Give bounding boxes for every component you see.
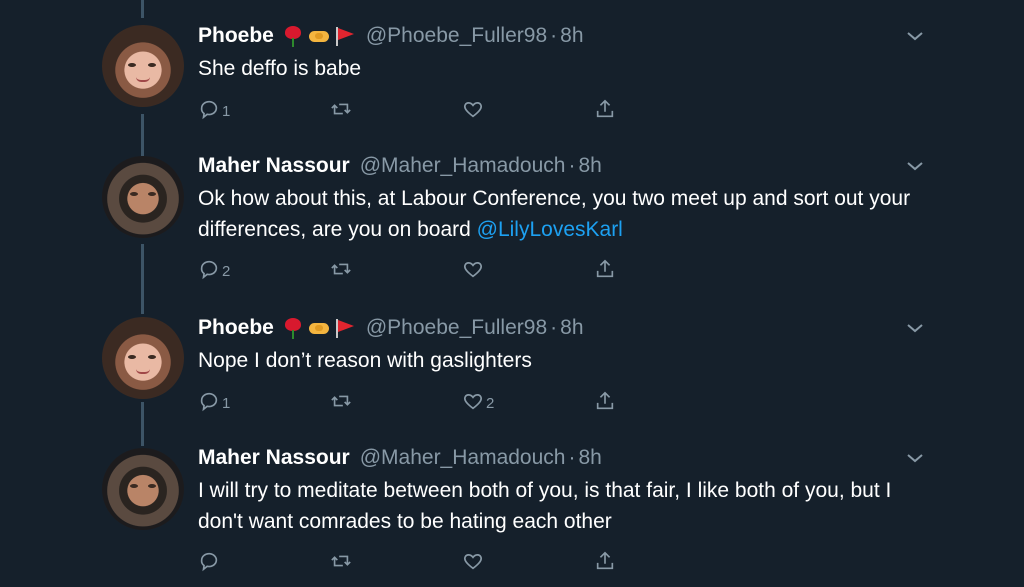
reply-icon <box>200 100 218 120</box>
rose-emoji <box>282 25 304 47</box>
like-icon <box>463 102 483 118</box>
share-button[interactable] <box>594 256 616 282</box>
user-handle[interactable]: @Maher_Hamadouch <box>360 446 566 470</box>
tweet-header: Maher Nassour @Maher_Hamadouch · 8h <box>198 152 602 180</box>
handshake-emoji <box>308 317 330 339</box>
tweet-header: Phoebe @Phoebe_Fuller98 · 8h <box>198 22 584 50</box>
avatar-eye <box>130 484 138 488</box>
reply-button[interactable]: 2 <box>198 256 230 282</box>
user-handle[interactable]: @Phoebe_Fuller98 <box>366 24 547 48</box>
avatar-eye <box>128 355 136 359</box>
tweet-text-content: Nope I don’t reason with gaslighters <box>198 349 532 372</box>
thread-line <box>141 114 144 156</box>
name-emojis <box>282 317 356 339</box>
avatar-eye <box>148 63 156 67</box>
avatar[interactable] <box>102 448 184 530</box>
retweet-button[interactable] <box>330 256 352 282</box>
reply-button[interactable]: 1 <box>198 388 230 414</box>
separator: · <box>550 316 558 339</box>
retweet-icon <box>331 395 351 407</box>
like-button[interactable] <box>462 96 486 122</box>
tweet-text-content: I will try to meditate between both of y… <box>198 479 892 533</box>
thread-line <box>141 402 144 446</box>
name-emojis <box>282 25 356 47</box>
reply-count: 1 <box>222 394 231 412</box>
display-name[interactable]: Maher Nassour <box>198 446 350 470</box>
like-icon <box>463 262 483 278</box>
tweet-text-content: She deffo is babe <box>198 57 362 80</box>
share-button[interactable] <box>594 388 616 414</box>
chevron-down-icon[interactable] <box>906 452 924 464</box>
reply-count: 1 <box>222 102 231 120</box>
mention-link[interactable]: @LilyLovesKarl <box>477 218 623 241</box>
display-name[interactable]: Phoebe <box>198 24 274 48</box>
reply-count: 2 <box>222 262 231 280</box>
share-icon <box>596 99 614 118</box>
chevron-down-icon[interactable] <box>906 322 924 334</box>
retweet-button[interactable] <box>330 388 352 414</box>
display-name[interactable]: Maher Nassour <box>198 154 350 178</box>
handshake-emoji <box>308 25 330 47</box>
avatar-eye <box>130 192 138 196</box>
red-flag-emoji <box>334 25 356 47</box>
timestamp[interactable]: 8h <box>560 316 583 340</box>
avatar-mouth <box>136 369 150 374</box>
reply-button[interactable] <box>198 548 222 574</box>
tweet-text: Nope I don’t reason with gaslighters <box>198 345 928 376</box>
like-icon <box>463 554 483 570</box>
retweet-icon <box>331 555 351 567</box>
reply-icon <box>200 392 218 412</box>
reply-icon <box>200 552 218 572</box>
like-button[interactable] <box>462 548 486 574</box>
separator: · <box>568 154 576 177</box>
avatar[interactable] <box>102 25 184 107</box>
timestamp[interactable]: 8h <box>560 24 583 48</box>
tweet-header: Phoebe @Phoebe_Fuller98 · 8h <box>198 314 584 342</box>
tweet-actions: 1 2 <box>198 388 628 414</box>
like-button[interactable] <box>462 256 486 282</box>
avatar-eye <box>148 192 156 196</box>
like-icon <box>463 394 483 410</box>
avatar[interactable] <box>102 317 184 399</box>
thread-line <box>141 0 144 18</box>
like-count: 2 <box>486 394 495 412</box>
share-icon <box>596 391 614 410</box>
like-button[interactable]: 2 <box>462 388 494 414</box>
avatar-eye <box>148 355 156 359</box>
tweet-header: Maher Nassour @Maher_Hamadouch · 8h <box>198 444 602 472</box>
reply-icon <box>200 260 218 280</box>
tweet-actions: 2 <box>198 256 628 282</box>
separator: · <box>550 24 558 47</box>
timestamp[interactable]: 8h <box>578 154 601 178</box>
user-handle[interactable]: @Phoebe_Fuller98 <box>366 316 547 340</box>
display-name[interactable]: Phoebe <box>198 316 274 340</box>
separator: · <box>568 446 576 469</box>
avatar-mouth <box>136 77 150 82</box>
retweet-icon <box>331 103 351 115</box>
user-handle[interactable]: @Maher_Hamadouch <box>360 154 566 178</box>
retweet-button[interactable] <box>330 96 352 122</box>
share-button[interactable] <box>594 96 616 122</box>
rose-emoji <box>282 317 304 339</box>
avatar[interactable] <box>102 156 184 238</box>
avatar-eye <box>128 63 136 67</box>
retweet-button[interactable] <box>330 548 352 574</box>
tweet-actions <box>198 548 628 574</box>
chevron-down-icon[interactable] <box>906 160 924 172</box>
share-icon <box>596 551 614 570</box>
share-icon <box>596 259 614 278</box>
chevron-down-icon[interactable] <box>906 30 924 42</box>
avatar-eye <box>148 484 156 488</box>
tweet-actions: 1 <box>198 96 628 122</box>
tweet-text: She deffo is babe <box>198 53 928 84</box>
tweet-text: Ok how about this, at Labour Conference,… <box>198 183 928 245</box>
thread-line <box>141 244 144 314</box>
timestamp[interactable]: 8h <box>578 446 601 470</box>
red-flag-emoji <box>334 317 356 339</box>
retweet-icon <box>331 263 351 275</box>
reply-button[interactable]: 1 <box>198 96 230 122</box>
share-button[interactable] <box>594 548 616 574</box>
tweet-text: I will try to meditate between both of y… <box>198 475 928 537</box>
